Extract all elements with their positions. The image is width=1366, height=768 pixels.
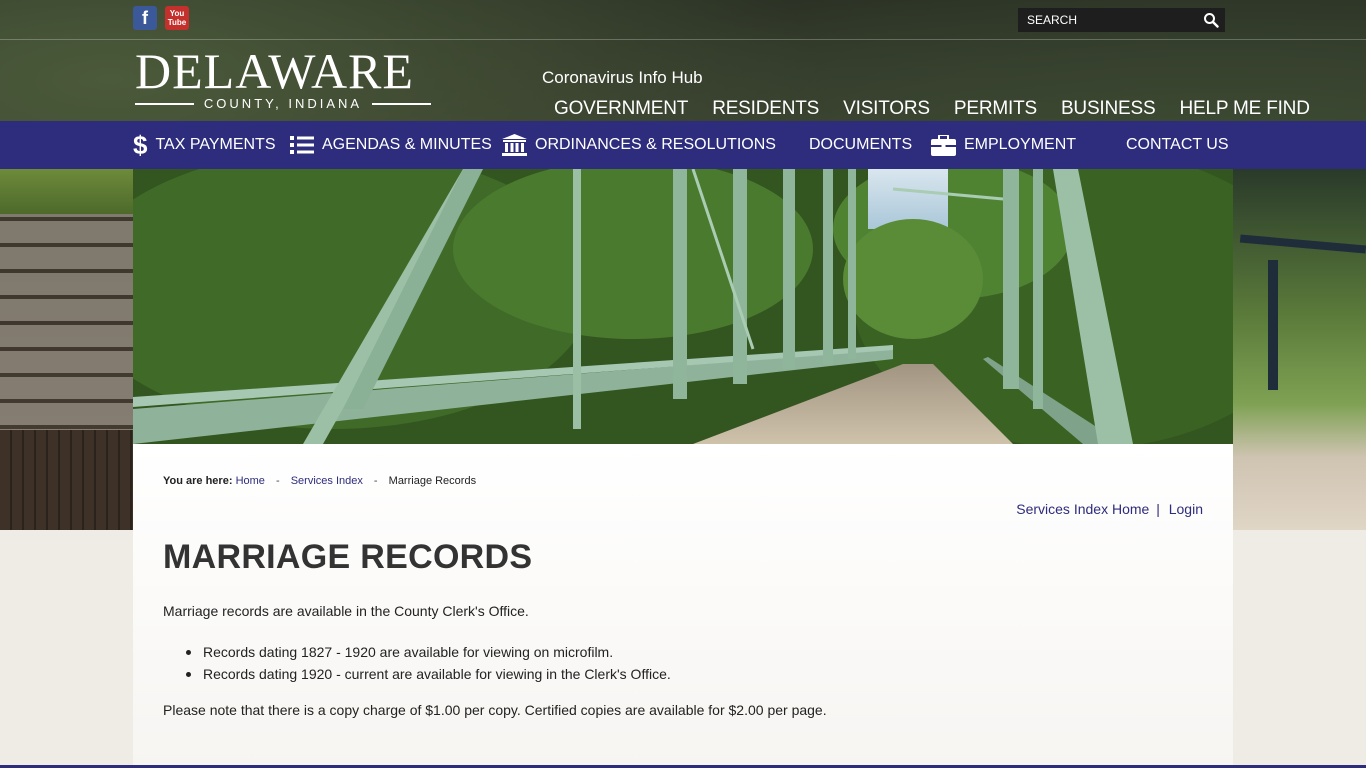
quick-link-contact-us[interactable]: CONTACT US xyxy=(1126,121,1229,169)
link-divider: | xyxy=(1156,501,1160,517)
quick-link-label: DOCUMENTS xyxy=(809,136,913,153)
list-item: Records dating 1920 - current are availa… xyxy=(183,663,671,685)
nav-visitors[interactable]: VISITORS xyxy=(831,98,942,120)
quick-links-bar: $ TAX PAYMENTS AGENDAS & MINUTES ORDINAN… xyxy=(0,121,1366,169)
records-list: Records dating 1827 - 1920 are available… xyxy=(183,641,671,685)
breadcrumb-services-index[interactable]: Services Index xyxy=(291,475,363,487)
search-icon[interactable] xyxy=(1203,12,1219,28)
top-bar: f You Tube xyxy=(0,0,1366,40)
copy-charge-note: Please note that there is a copy charge … xyxy=(163,702,827,718)
nav-residents[interactable]: RESIDENTS xyxy=(700,98,831,120)
youtube-icon[interactable]: You Tube xyxy=(165,6,189,30)
social-links: f You Tube xyxy=(133,6,189,30)
background-river xyxy=(1233,169,1366,530)
search-box xyxy=(1018,8,1225,32)
main-nav: GOVERNMENT RESIDENTS VISITORS PERMITS BU… xyxy=(542,98,1310,120)
nav-help-me-find[interactable]: HELP ME FIND xyxy=(1167,98,1314,120)
quick-link-agendas-minutes[interactable]: AGENDAS & MINUTES xyxy=(290,121,492,169)
quick-link-label: CONTACT US xyxy=(1126,136,1229,153)
facebook-icon[interactable]: f xyxy=(133,6,157,30)
breadcrumb: You are here: Home - Services Index - Ma… xyxy=(163,475,476,487)
quick-link-label: AGENDAS & MINUTES xyxy=(322,136,492,153)
list-icon xyxy=(290,132,314,158)
breadcrumb-separator: - xyxy=(275,475,280,487)
site-logo[interactable]: DELAWARE COUNTY, INDIANA xyxy=(135,43,432,114)
hero-bridge-image xyxy=(133,169,1233,444)
quick-link-tax-payments[interactable]: $ TAX PAYMENTS xyxy=(133,121,275,169)
services-index-home-link[interactable]: Services Index Home xyxy=(1016,501,1149,517)
search-input[interactable] xyxy=(1027,13,1197,27)
background-grass xyxy=(0,169,133,214)
briefcase-icon xyxy=(931,132,956,158)
background-post xyxy=(1268,260,1278,390)
breadcrumb-prefix: You are here: xyxy=(163,475,233,487)
quick-link-label: ORDINANCES & RESOLUTIONS xyxy=(535,136,776,153)
quick-link-documents[interactable]: DOCUMENTS xyxy=(809,121,912,169)
dollar-icon: $ xyxy=(133,129,148,160)
quick-link-label: EMPLOYMENT xyxy=(964,136,1077,153)
background-wood xyxy=(0,430,133,530)
quick-link-ordinances[interactable]: ORDINANCES & RESOLUTIONS xyxy=(502,121,776,169)
list-item: Records dating 1827 - 1920 are available… xyxy=(183,641,671,663)
quick-link-employment[interactable]: EMPLOYMENT xyxy=(931,121,1076,169)
breadcrumb-home[interactable]: Home xyxy=(236,475,265,487)
intro-paragraph: Marriage records are available in the Co… xyxy=(163,603,529,619)
breadcrumb-current: Marriage Records xyxy=(388,475,477,487)
login-link[interactable]: Login xyxy=(1169,501,1203,517)
page-title: MARRIAGE RECORDS xyxy=(163,538,533,576)
breadcrumb-separator: - xyxy=(373,475,378,487)
nav-government[interactable]: GOVERNMENT xyxy=(542,98,700,120)
coronavirus-info-link[interactable]: Coronavirus Info Hub xyxy=(542,68,703,88)
content-panel: You are here: Home - Services Index - Ma… xyxy=(133,444,1233,768)
quick-link-label: TAX PAYMENTS xyxy=(155,136,276,153)
courthouse-icon xyxy=(502,132,527,158)
logo-title: DELAWARE xyxy=(135,43,414,99)
nav-permits[interactable]: PERMITS xyxy=(942,98,1049,120)
nav-business[interactable]: BUSINESS xyxy=(1049,98,1168,120)
logo-subtitle: COUNTY, INDIANA xyxy=(203,96,363,111)
page-top-links: Services Index Home | Login xyxy=(1016,501,1203,517)
